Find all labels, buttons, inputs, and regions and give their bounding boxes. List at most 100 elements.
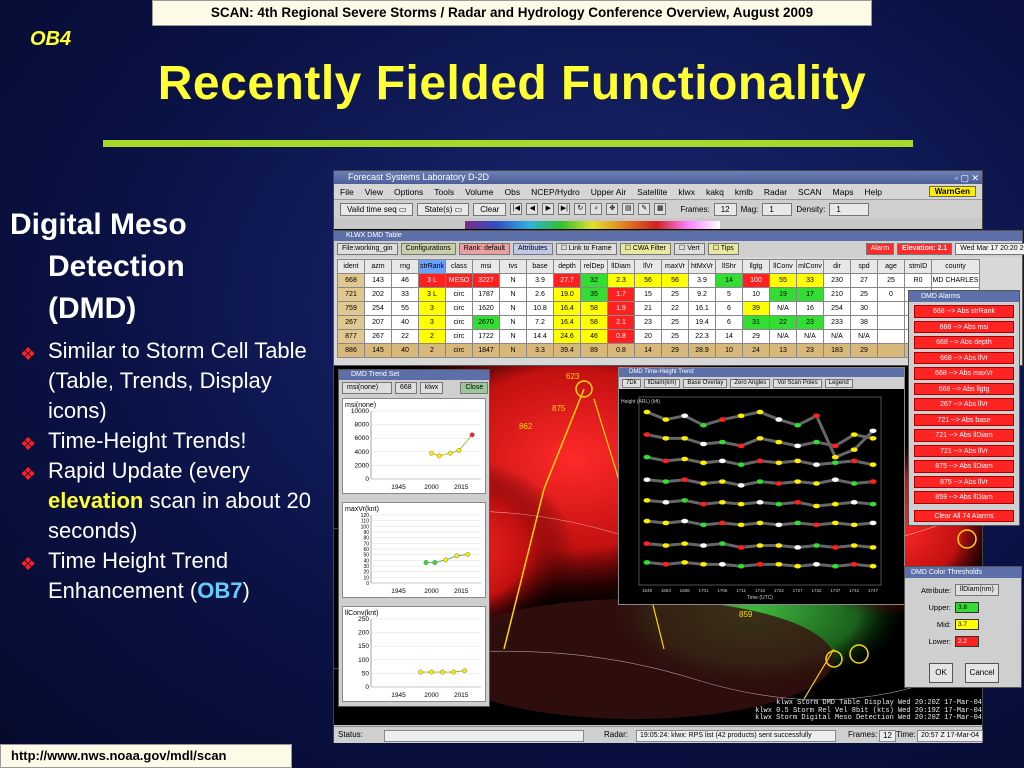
menu-file[interactable]: File: [340, 187, 354, 197]
file-menu-button[interactable]: File:working_gin: [337, 243, 398, 255]
alarm-item[interactable]: 668 --> Abs llgtg: [914, 382, 1014, 395]
column-header[interactable]: dir: [823, 259, 851, 274]
table-row[interactable]: 721 202 33 3 Lcirc 1787 N 2.6 19.0 35 1.7 15 25 9.2 5…: [337, 287, 980, 302]
mag-select[interactable]: 1: [762, 202, 793, 216]
column-header[interactable]: mlConv: [796, 259, 824, 274]
column-header[interactable]: llgtg: [742, 259, 770, 274]
column-header[interactable]: class: [445, 259, 473, 274]
menu-maps[interactable]: Maps: [833, 187, 854, 197]
menu-radar[interactable]: Radar: [764, 187, 787, 197]
zoom-icon[interactable]: ⌕: [590, 203, 603, 215]
ok-button[interactable]: OK: [929, 663, 953, 683]
cwa-filter-toggle[interactable]: ☐ CWA Filter: [619, 243, 672, 255]
draw-icon[interactable]: ✎: [638, 203, 651, 215]
alarm-item[interactable]: 721 --> Abs base: [914, 413, 1014, 426]
column-header[interactable]: relDep: [580, 259, 608, 274]
clear-all-alarms-button[interactable]: Clear All 74 Alarms: [914, 509, 1014, 522]
next-frame-icon[interactable]: ▶: [542, 203, 555, 215]
rank-button[interactable]: Rank: default: [458, 243, 510, 255]
column-header[interactable]: llDiam: [607, 259, 635, 274]
trend-radar-select[interactable]: klwx: [419, 382, 444, 394]
alarm-item[interactable]: 875 --> Abs llVr: [914, 475, 1014, 488]
menu-kakq[interactable]: kakq: [706, 187, 724, 197]
alarm-button[interactable]: Alarm: [865, 243, 895, 255]
column-header[interactable]: stmID: [904, 259, 932, 274]
menu-klwx[interactable]: klwx: [678, 187, 695, 197]
menu-ncep-hydro[interactable]: NCEP/Hydro: [531, 187, 580, 197]
warngen-button[interactable]: WarnGen: [928, 186, 976, 197]
th-vol-scan-toggle[interactable]: Vol Scan Poles: [773, 378, 822, 388]
print-icon[interactable]: ▤: [622, 203, 635, 215]
th-base-overlay-toggle[interactable]: Base Overlay: [683, 378, 728, 388]
attributes-button[interactable]: Attributes: [512, 243, 553, 255]
menu-obs[interactable]: Obs: [504, 187, 520, 197]
th-legend-toggle[interactable]: Legend: [824, 378, 853, 388]
th-attr-select[interactable]: 7Dk: [622, 378, 641, 388]
menu-upper-air[interactable]: Upper Air: [591, 187, 626, 197]
table-row[interactable]: 759 254 55 3 circ 1620 N 10.8 16.4 58 1.9 21 22 16.1 6…: [337, 301, 980, 316]
column-header[interactable]: base: [526, 259, 554, 274]
table-row[interactable]: 668 143 46 3 L MESO 3227 N 3.9 27.7 32 2.3 56 56 3.9 1…: [337, 273, 980, 288]
column-header[interactable]: strRank: [418, 259, 446, 274]
menu-tools[interactable]: Tools: [434, 187, 454, 197]
trend-attribute-select[interactable]: msi(none): [342, 382, 392, 394]
th-zero-angles-toggle[interactable]: Zero Angles: [730, 378, 771, 388]
column-header[interactable]: llConv: [769, 259, 797, 274]
column-header[interactable]: htMxVr: [688, 259, 716, 274]
table-row[interactable]: 267 207 40 3 circ 2670 N 7.2 16.4 58 2.1 23 25 19.4 6 3…: [337, 315, 980, 330]
column-header[interactable]: age: [877, 259, 905, 274]
menu-options[interactable]: Options: [394, 187, 423, 197]
vert-toggle[interactable]: ☐ Vert: [674, 243, 705, 255]
last-frame-icon[interactable]: ▶|: [558, 203, 571, 215]
alarm-item[interactable]: 859 --> Abs llDiam: [914, 491, 1014, 504]
alarm-item[interactable]: 721 --> Abs llDiam: [914, 429, 1014, 442]
menu-volume[interactable]: Volume: [465, 187, 493, 197]
loop-icon[interactable]: ↻: [574, 203, 587, 215]
alarm-item[interactable]: 668 --> Abs strRank: [914, 305, 1014, 318]
column-header[interactable]: llVr: [634, 259, 662, 274]
alarm-item[interactable]: 668 --> Abs llVr: [914, 351, 1014, 364]
column-header[interactable]: county: [931, 259, 980, 274]
column-header[interactable]: spd: [850, 259, 878, 274]
table-row[interactable]: 877 267 22 2 circ 1722 N 14.4 24.6 46 0.8 20 25 22.3 1…: [337, 329, 980, 344]
menu-help[interactable]: Help: [864, 187, 881, 197]
footer-url[interactable]: http://www.nws.noaa.gov/mdl/scan: [0, 744, 292, 768]
column-header[interactable]: azm: [364, 259, 392, 274]
valid-time-seq-select[interactable]: Valid time seq ▭: [340, 202, 414, 216]
menu-kmlb[interactable]: kmlb: [735, 187, 753, 197]
pan-icon[interactable]: ✥: [606, 203, 619, 215]
trend-close-button[interactable]: Close: [460, 382, 489, 394]
column-header[interactable]: ident: [337, 259, 365, 274]
th-diam-select[interactable]: llDiam(km): [643, 378, 681, 388]
column-header[interactable]: tvs: [499, 259, 527, 274]
column-header[interactable]: llShr: [715, 259, 743, 274]
alarm-item[interactable]: 875 --> Abs llDiam: [914, 460, 1014, 473]
density-select[interactable]: 1: [829, 202, 870, 216]
column-header[interactable]: rng: [391, 259, 419, 274]
first-frame-icon[interactable]: |◀: [510, 203, 523, 215]
alarm-item[interactable]: 668 --> Abs depth: [914, 336, 1014, 349]
clear-button[interactable]: Clear: [473, 202, 507, 216]
trend-id-select[interactable]: 668: [395, 382, 417, 394]
column-header[interactable]: msi: [472, 259, 500, 274]
column-header[interactable]: maxVr: [661, 259, 689, 274]
prev-frame-icon[interactable]: ◀: [526, 203, 539, 215]
upper-input[interactable]: 3.8: [955, 602, 979, 613]
grid-icon[interactable]: ▦: [654, 203, 667, 215]
mid-input[interactable]: 3.7: [955, 619, 979, 630]
alarm-item[interactable]: 267 --> Abs llVr: [914, 398, 1014, 411]
cancel-button[interactable]: Cancel: [965, 663, 999, 683]
alarm-item[interactable]: 668 --> Abs maxVr: [914, 367, 1014, 380]
attribute-select[interactable]: llDiam(nm): [955, 584, 999, 596]
alarm-item[interactable]: 721 --> Abs llVr: [914, 444, 1014, 457]
link-to-frame-toggle[interactable]: ☐ Link to Frame: [555, 243, 617, 255]
alarm-item[interactable]: 668 --> Abs msi: [914, 320, 1014, 333]
menu-satellite[interactable]: Satellite: [637, 187, 667, 197]
menu-view[interactable]: View: [365, 187, 383, 197]
table-row[interactable]: 886 145 40 2 circ 1847 N 3.3 39.4 89 0.8 14 29 28.9 10…: [337, 343, 980, 358]
frames-select[interactable]: 12: [713, 202, 737, 216]
menu-scan[interactable]: SCAN: [798, 187, 822, 197]
configurations-button[interactable]: Configurations: [400, 243, 456, 255]
column-header[interactable]: depth: [553, 259, 581, 274]
states-select[interactable]: State(s) ▭: [417, 202, 470, 216]
